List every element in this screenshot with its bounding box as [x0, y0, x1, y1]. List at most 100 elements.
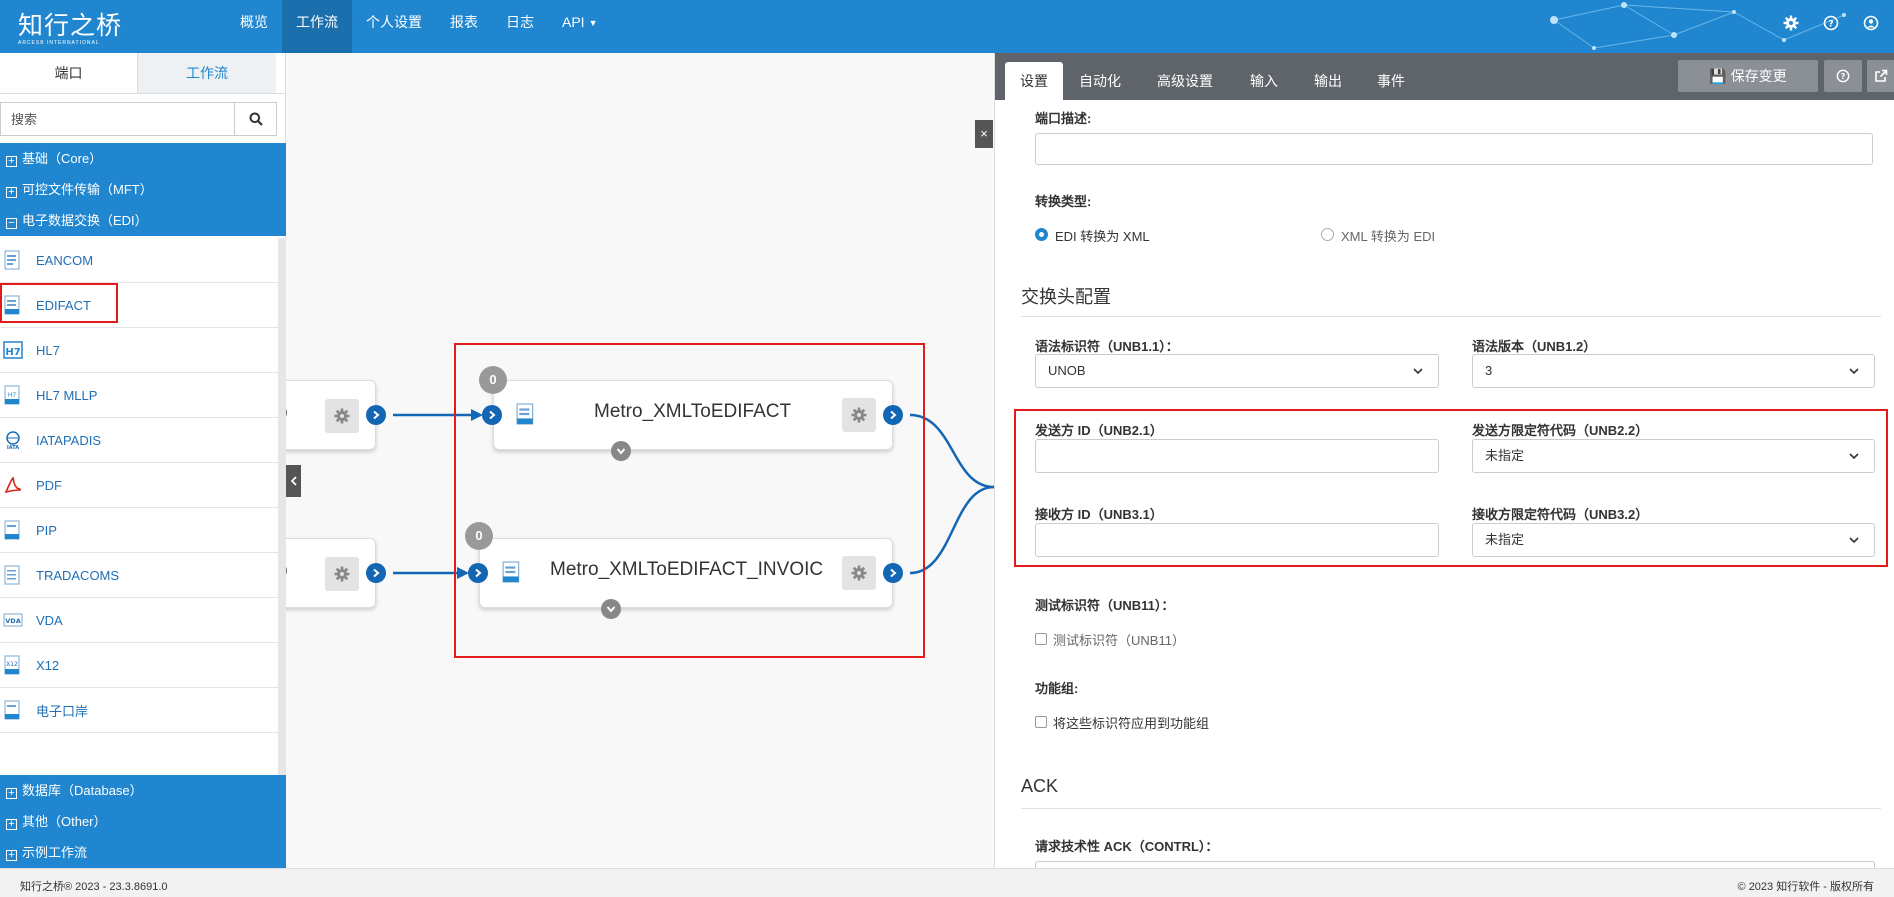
help-icon[interactable]: ? — [1820, 12, 1842, 34]
svg-text:H7: H7 — [5, 347, 20, 358]
radio-xml-to-edi[interactable] — [1321, 228, 1334, 241]
highlight-box-nodes — [454, 343, 925, 658]
tab-events[interactable]: 事件 — [1362, 62, 1420, 100]
group-core[interactable]: + 基础（Core） — [0, 143, 286, 174]
expand-icon: + — [6, 819, 17, 830]
svg-text:H7: H7 — [8, 392, 17, 399]
svg-text:IATA: IATA — [7, 445, 19, 450]
iata-icon: IATA — [2, 429, 24, 451]
svg-text:?: ? — [1828, 20, 1833, 30]
search-button[interactable] — [234, 103, 276, 135]
workflow-canvas[interactable]: p p Metro_XMLToEDIFACT 0 Metro_XMLToEDIF… — [286, 53, 994, 868]
help-button[interactable]: ? — [1824, 60, 1862, 92]
gear-icon[interactable] — [325, 557, 359, 591]
group-samples[interactable]: + 示例工作流 — [0, 837, 286, 868]
source-node-1[interactable]: p — [286, 380, 376, 450]
gear-icon[interactable] — [1780, 12, 1802, 34]
tab-workflows[interactable]: 工作流 — [138, 53, 276, 93]
group-database[interactable]: + 数据库（Database） — [0, 775, 286, 806]
chevron-left-icon — [290, 476, 297, 486]
list-item-eancom[interactable]: EANCOM — [0, 238, 278, 283]
list-item-hl7[interactable]: H7 HL7 — [0, 328, 278, 373]
list-item-hl7-mllp[interactable]: H7 HL7 MLLP — [0, 373, 278, 418]
list-item-eport[interactable]: 电子口岸 — [0, 688, 278, 733]
nav-item-logs[interactable]: 日志 — [492, 0, 548, 53]
tab-advanced[interactable]: 高级设置 — [1142, 62, 1228, 100]
radio-edi-to-xml-label: EDI 转换为 XML — [1055, 229, 1150, 244]
syntax-id-label: 语法标识符（UNB1.1）： — [1035, 339, 1179, 354]
user-icon[interactable] — [1860, 12, 1882, 34]
divider — [1021, 316, 1881, 317]
group-edi[interactable]: − 电子数据交换（EDI） — [0, 205, 286, 236]
functional-group-checkbox[interactable] — [1035, 716, 1047, 728]
gear-icon[interactable] — [325, 399, 359, 433]
top-bar: 知行之桥 ARCESB INTERNATIONAL 概览 工作流 个人设置 报表… — [0, 0, 1894, 53]
tradacoms-icon — [2, 564, 24, 586]
functional-group-checkbox-label: 将这些标识符应用到功能组 — [1053, 716, 1210, 731]
svg-text:X12: X12 — [6, 661, 18, 668]
group-other[interactable]: + 其他（Other） — [0, 806, 286, 837]
search-input[interactable] — [1, 103, 234, 135]
syntax-version-value: 3 — [1485, 363, 1493, 378]
output-port[interactable] — [366, 405, 386, 425]
search-icon — [249, 112, 263, 126]
top-icons: ? — [1780, 12, 1882, 34]
save-changes-button[interactable]: 💾 保存变更 — [1678, 60, 1818, 92]
expand-icon: + — [6, 187, 17, 198]
settings-tabs: 设置 自动化 高级设置 输入 输出 事件 💾 保存变更 ? — [995, 53, 1894, 100]
logo[interactable]: 知行之桥 ARCESB INTERNATIONAL — [18, 6, 122, 46]
test-indicator-checkbox[interactable] — [1035, 633, 1047, 645]
list-item-pip[interactable]: PIP — [0, 508, 278, 553]
radio-xml-to-edi-label: XML 转换为 EDI — [1341, 229, 1436, 244]
ack-section-title: ACK — [1021, 776, 1059, 796]
list-scrollbar[interactable] — [278, 238, 286, 775]
external-link-icon — [1875, 69, 1888, 82]
close-panel-button[interactable]: × — [975, 120, 993, 148]
search-box — [0, 102, 277, 136]
port-description-label: 端口描述: — [1035, 111, 1092, 126]
source-node-2[interactable]: p — [286, 538, 376, 608]
list-item-vda[interactable]: VDA VDA — [0, 598, 278, 643]
list-item-iatapadis[interactable]: IATA IATAPADIS — [0, 418, 278, 463]
expand-icon: + — [6, 788, 17, 799]
nav-item-overview[interactable]: 概览 — [226, 0, 282, 53]
tab-ports[interactable]: 端口 — [0, 53, 138, 93]
list-item-x12[interactable]: X12 X12 — [0, 643, 278, 688]
tab-output[interactable]: 输出 — [1299, 62, 1357, 100]
nav-item-api[interactable]: API ▼ — [548, 0, 612, 53]
list-item-pdf[interactable]: PDF — [0, 463, 278, 508]
list-item-label: EANCOM — [36, 252, 94, 268]
group-edi-label: 电子数据交换（EDI） — [22, 213, 148, 228]
tab-settings[interactable]: 设置 — [1005, 62, 1063, 100]
help-icon: ? — [1836, 69, 1850, 83]
list-item-tradacoms[interactable]: TRADACOMS — [0, 553, 278, 598]
collapse-left-panel-button[interactable] — [286, 465, 301, 497]
radio-edi-to-xml[interactable] — [1035, 228, 1048, 241]
open-external-button[interactable] — [1867, 60, 1894, 92]
expand-icon: + — [6, 156, 17, 167]
tab-input[interactable]: 输入 — [1235, 62, 1293, 100]
copyright-text: © 2023 知行软件 - 版权所有 — [1737, 881, 1874, 893]
nav-item-workflow[interactable]: 工作流 — [282, 0, 352, 53]
group-mft[interactable]: + 可控文件传输（MFT） — [0, 174, 286, 205]
port-description-textarea[interactable] — [1036, 134, 1872, 164]
nav-api-label: API — [562, 14, 585, 30]
nav-item-reports[interactable]: 报表 — [436, 0, 492, 53]
chevron-down-icon — [1849, 368, 1859, 375]
left-tabs: 端口 工作流 — [0, 53, 285, 94]
hl7-mllp-icon: H7 — [2, 384, 24, 406]
syntax-version-select[interactable]: 3 — [1472, 354, 1875, 388]
nav-item-profile[interactable]: 个人设置 — [352, 0, 436, 53]
tab-automation[interactable]: 自动化 — [1064, 62, 1136, 100]
svg-text:VDA: VDA — [5, 617, 20, 625]
list-item-label: IATAPADIS — [36, 432, 102, 448]
output-port[interactable] — [366, 563, 386, 583]
eancom-icon — [2, 249, 24, 271]
syntax-id-select[interactable]: UNOB — [1035, 354, 1439, 388]
port-panel: 端口 工作流 + 基础（Core） + 可控文件传输（MFT） −电子数据交换（ED… — [0, 53, 286, 868]
tech-ack-select[interactable] — [1035, 861, 1875, 868]
port-description-field[interactable] — [1035, 133, 1873, 165]
test-indicator-label: 测试标识符（UNB11）： — [1035, 598, 1175, 613]
save-changes-label: 保存变更 — [1730, 68, 1787, 84]
collapse-icon: − — [6, 218, 17, 229]
